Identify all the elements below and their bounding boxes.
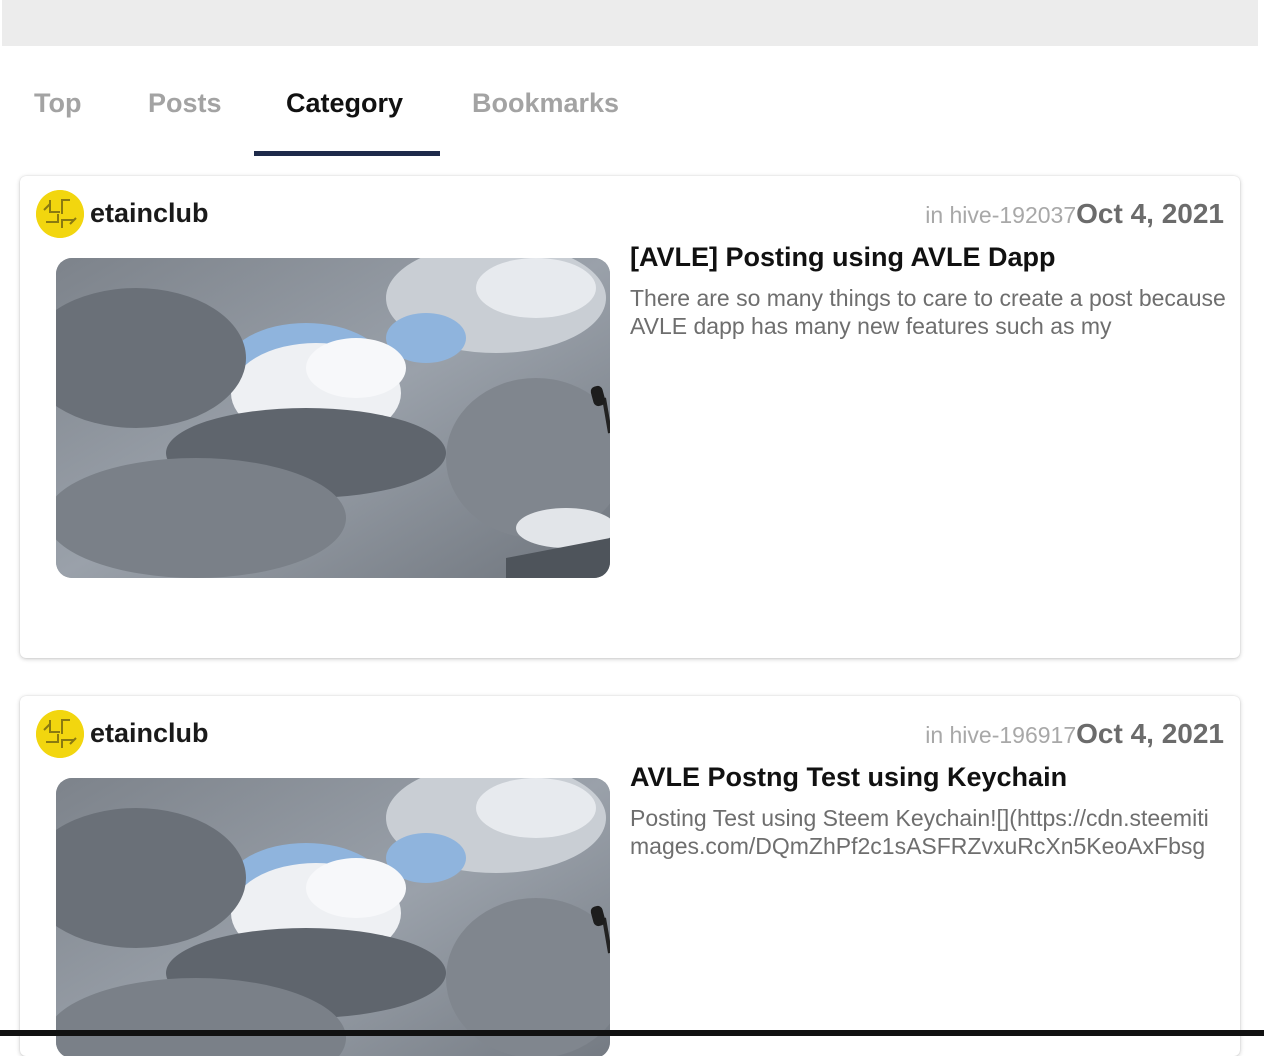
tab-bookmarks[interactable]: Bookmarks xyxy=(472,88,619,119)
post-meta: in hive-192037Oct 4, 2021 xyxy=(925,198,1224,230)
active-tab-indicator xyxy=(254,151,440,156)
post-date: Oct 4, 2021 xyxy=(1076,718,1224,749)
post-meta: in hive-196917Oct 4, 2021 xyxy=(925,718,1224,750)
post-date: Oct 4, 2021 xyxy=(1076,198,1224,229)
cloud-sky-image xyxy=(56,778,610,1056)
post-title[interactable]: [AVLE] Posting using AVLE Dapp xyxy=(630,240,1226,274)
bottom-edge xyxy=(0,1030,1264,1036)
post-excerpt: There are so many things to care to crea… xyxy=(630,285,1226,339)
tab-bar: Top Posts Category Bookmarks xyxy=(0,62,1264,156)
post-card[interactable]: etainclub in hive-192037Oct 4, 2021 [AVL… xyxy=(20,176,1240,658)
tab-category[interactable]: Category xyxy=(286,88,403,119)
post-title[interactable]: AVLE Postng Test using Keychain xyxy=(630,760,1226,794)
avatar[interactable] xyxy=(36,710,84,758)
avatar[interactable] xyxy=(36,190,84,238)
community-label[interactable]: in hive-196917 xyxy=(925,722,1076,748)
tab-top[interactable]: Top xyxy=(34,88,81,119)
author-name[interactable]: etainclub xyxy=(90,718,209,749)
cloud-sky-image xyxy=(56,258,610,578)
post-thumbnail[interactable] xyxy=(56,258,610,578)
community-label[interactable]: in hive-192037 xyxy=(925,202,1076,228)
author-name[interactable]: etainclub xyxy=(90,198,209,229)
avatar-hands-icon xyxy=(36,190,84,238)
post-excerpt: Posting Test using Steem Keychain![](htt… xyxy=(630,805,1209,859)
post-card[interactable]: etainclub in hive-196917Oct 4, 2021 AVLE… xyxy=(20,696,1240,1056)
avatar-hands-icon xyxy=(36,710,84,758)
tab-posts[interactable]: Posts xyxy=(148,88,222,119)
top-address-bar xyxy=(2,0,1258,46)
post-thumbnail[interactable] xyxy=(56,778,610,1056)
